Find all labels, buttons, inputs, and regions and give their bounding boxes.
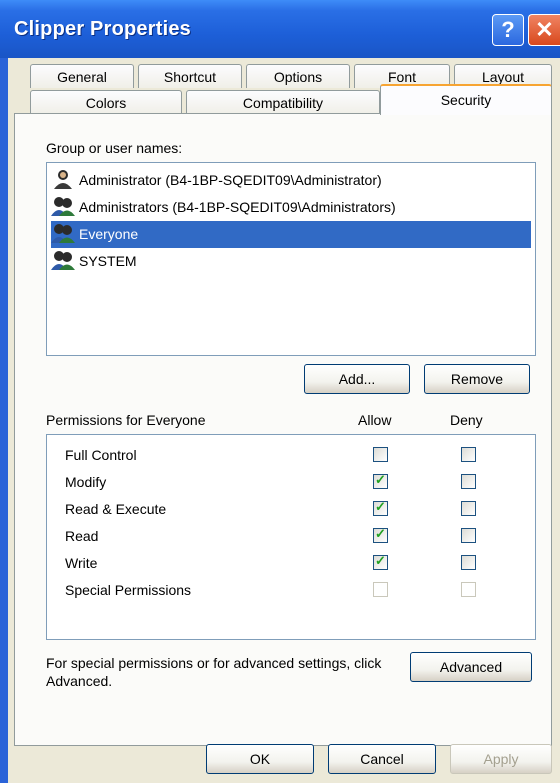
group-icon xyxy=(51,196,75,217)
tab-shortcut[interactable]: Shortcut xyxy=(138,64,242,88)
permission-row: Read & Execute ✓ xyxy=(47,497,549,524)
dialog-window: Clipper Properties ? ✕ General Shortcut … xyxy=(0,0,560,783)
permission-name: Special Permissions xyxy=(65,582,192,598)
deny-checkbox[interactable] xyxy=(461,447,476,462)
group-icon xyxy=(51,223,75,244)
allow-checkbox[interactable]: ✓ xyxy=(373,499,388,516)
group-or-user-names-label: Group or user names: xyxy=(46,140,183,156)
allow-header: Allow xyxy=(358,412,392,428)
permission-row: Read ✓ xyxy=(47,524,549,551)
permission-row: Special Permissions xyxy=(47,578,549,605)
title-bar[interactable]: Clipper Properties ? ✕ xyxy=(0,0,560,58)
permissions-list[interactable]: Full Control Modify ✓ Read & Execute ✓ R… xyxy=(46,434,536,640)
close-button[interactable]: ✕ xyxy=(528,14,560,46)
cancel-button[interactable]: Cancel xyxy=(328,744,436,774)
tab-options[interactable]: Options xyxy=(246,64,350,88)
add-button[interactable]: Add... xyxy=(304,364,410,394)
permission-row: Modify ✓ xyxy=(47,470,549,497)
advanced-button[interactable]: Advanced xyxy=(410,652,532,682)
deny-header: Deny xyxy=(450,412,483,428)
advanced-note: For special permissions or for advanced … xyxy=(46,655,382,689)
checkmark-icon: ✓ xyxy=(375,499,386,514)
checkmark-icon: ✓ xyxy=(375,472,386,487)
permission-row: Full Control xyxy=(47,443,549,470)
deny-checkbox[interactable] xyxy=(461,555,476,570)
deny-checkbox xyxy=(461,582,476,597)
allow-checkbox[interactable] xyxy=(373,447,388,462)
list-item-label: Administrators (B4-1BP-SQEDIT09\Administ… xyxy=(79,199,396,215)
permission-name: Modify xyxy=(65,474,107,490)
allow-checkbox[interactable]: ✓ xyxy=(373,472,388,489)
group-icon xyxy=(51,250,75,271)
permission-name: Write xyxy=(65,555,98,571)
list-item[interactable]: Administrators (B4-1BP-SQEDIT09\Administ… xyxy=(51,194,531,221)
permission-name: Full Control xyxy=(65,447,137,463)
deny-checkbox[interactable] xyxy=(461,501,476,516)
list-item-label: Administrator (B4-1BP-SQEDIT09\Administr… xyxy=(79,172,382,188)
permission-row: Write ✓ xyxy=(47,551,549,578)
deny-checkbox[interactable] xyxy=(461,528,476,543)
user-list[interactable]: Administrator (B4-1BP-SQEDIT09\Administr… xyxy=(46,162,536,356)
allow-checkbox[interactable]: ✓ xyxy=(373,526,388,543)
remove-button[interactable]: Remove xyxy=(424,364,530,394)
checkmark-icon: ✓ xyxy=(375,526,386,541)
tab-general[interactable]: General xyxy=(30,64,134,88)
permissions-label: Permissions for Everyone xyxy=(46,412,206,428)
apply-button[interactable]: Apply xyxy=(450,744,552,774)
ok-button[interactable]: OK xyxy=(206,744,314,774)
list-item[interactable]: Administrator (B4-1BP-SQEDIT09\Administr… xyxy=(51,167,531,194)
list-item[interactable]: Everyone xyxy=(51,221,531,248)
help-button[interactable]: ? xyxy=(492,14,524,46)
list-item[interactable]: SYSTEM xyxy=(51,248,531,275)
tab-security[interactable]: Security xyxy=(380,84,552,115)
allow-checkbox xyxy=(373,582,388,597)
permission-name: Read & Execute xyxy=(65,501,167,517)
list-item-label: SYSTEM xyxy=(79,253,137,269)
list-item-label: Everyone xyxy=(79,226,139,242)
checkmark-icon: ✓ xyxy=(375,553,386,568)
permission-name: Read xyxy=(65,528,99,544)
deny-checkbox[interactable] xyxy=(461,474,476,489)
tab-compatibility[interactable]: Compatibility xyxy=(186,90,380,114)
tab-colors[interactable]: Colors xyxy=(30,90,182,114)
window-title: Clipper Properties xyxy=(14,18,191,40)
allow-checkbox[interactable]: ✓ xyxy=(373,553,388,570)
user-icon xyxy=(51,169,75,190)
